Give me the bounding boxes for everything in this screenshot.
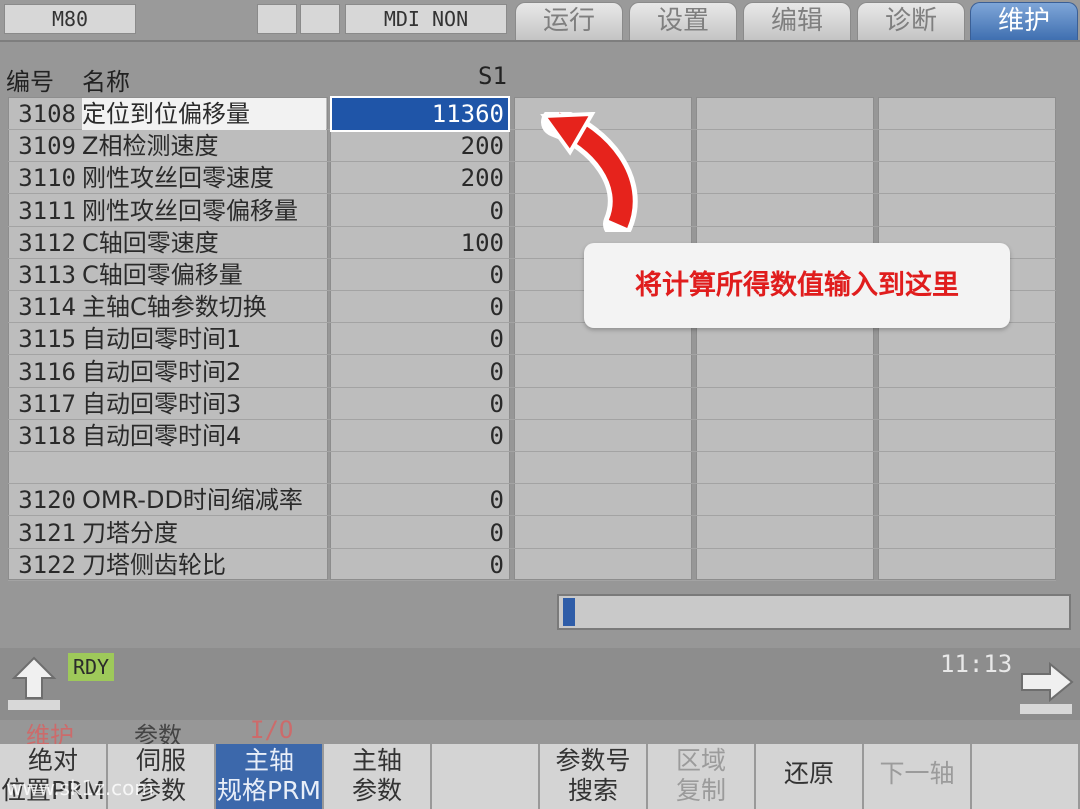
mode-display: MDI NON [345,4,507,34]
param-name: 主轴C轴参数切换 [82,293,267,322]
param-number: 3113 [18,261,76,289]
softkey-spindle-spec-prm[interactable]: 主轴 规格PRM [216,744,324,809]
param-value-s1[interactable]: 11360 [330,96,510,132]
tab-setup[interactable]: 设置 [629,2,737,40]
param-number: 3121 [18,518,76,547]
ready-indicator: RDY [68,653,114,681]
softkey-param-search[interactable]: 参数号 搜索 [540,744,648,809]
param-value-s1[interactable]: 0 [332,291,508,323]
param-name: C轴回零偏移量 [82,261,243,289]
softkey-label-line1: 绝对 [27,746,78,775]
param-name: 刚性攻丝回零速度 [82,164,274,193]
return-arrow-icon[interactable] [6,656,62,712]
softkey-label-line1: 主轴 [351,746,402,775]
annotation-callout: 将计算所得数值输入到这里 [584,243,1010,328]
param-value-s1[interactable]: 200 [332,162,508,194]
param-number: 3112 [18,228,76,257]
softkey-label-line1: 参数号 [555,746,631,775]
softkey-empty-1 [432,744,540,809]
param-number: 3108 [18,100,76,128]
param-value-s1[interactable]: 0 [332,517,508,549]
softkey-label-line2: 复制 [675,776,726,805]
tab-run[interactable]: 运行 [515,2,623,40]
param-name: OMR-DD时间缩减率 [82,486,303,515]
clock: 11:13 [940,650,1013,678]
param-value-s1[interactable]: 0 [332,356,508,388]
top-status-bar: M80 MDI NON 运行 设置 编辑 诊断 维护 [0,0,1080,42]
softkey-label-line2: 规格PRM [216,776,322,805]
softkey-label-line1: 还原 [783,759,834,788]
status-slot-2 [300,4,340,34]
tab-edit[interactable]: 编辑 [743,2,851,40]
header-axis: S1 [478,62,507,90]
param-value-s1[interactable]: 100 [332,227,508,259]
softkey-label-line2: 参数 [351,776,402,805]
param-value-s1[interactable]: 0 [332,420,508,452]
param-number [8,452,76,484]
param-name: 刚性攻丝回零偏移量 [82,196,298,225]
softkey-spindle-param[interactable]: 主轴 参数 [324,744,432,809]
input-cursor [563,598,575,626]
param-name: 定位到位偏移量 [82,98,326,130]
tab-diagnosis[interactable]: 诊断 [857,2,965,40]
param-value-s1[interactable]: 0 [332,259,508,291]
param-value-s1[interactable]: 0 [332,549,508,581]
param-value-s1[interactable]: 0 [332,484,508,516]
softkey-label-line1: 主轴 [243,746,294,775]
softkey-label-line1: 区域 [675,746,726,775]
param-name: Z相检测速度 [82,132,219,161]
param-value-s1[interactable]: 0 [332,323,508,355]
status-area [0,648,1080,720]
param-number: 3122 [18,550,76,579]
watermark: www.sk1z.com [6,776,154,800]
softkey-empty-2 [972,744,1080,809]
param-name [82,452,326,484]
param-number: 3111 [18,196,76,225]
next-page-arrow-icon[interactable] [1018,660,1074,716]
softkey-label-line2: 搜索 [567,776,618,805]
param-number: 3115 [18,325,76,354]
param-number: 3109 [18,132,76,161]
param-number: 3114 [18,293,76,322]
machine-name: M80 [4,4,136,34]
param-value-s1[interactable]: 200 [332,130,508,162]
param-number: 3118 [18,422,76,450]
param-name: 自动回零时间2 [82,357,242,386]
param-name: 自动回零时间4 [82,422,242,450]
param-name: 自动回零时间1 [82,325,242,354]
param-name: 刀塔侧齿轮比 [82,550,226,579]
param-number: 3116 [18,357,76,386]
header-number: 编号 [6,68,54,96]
curved-arrow-icon [540,112,638,232]
tab-maintenance[interactable]: 维护 [970,2,1078,40]
status-slot-1 [257,4,297,34]
input-field[interactable] [557,594,1071,630]
softkey-restore[interactable]: 还原 [756,744,864,809]
param-number: 3117 [18,389,76,418]
param-value-s1[interactable]: 0 [332,195,508,227]
param-value-s1[interactable]: 0 [332,388,508,420]
menu-io: I/O [250,716,294,744]
softkey-area-copy[interactable]: 区域 复制 [648,744,756,809]
param-name: 刀塔分度 [82,518,178,547]
param-value-s1[interactable] [332,452,508,484]
softkey-label-line1: 下一轴 [879,759,955,788]
param-name: 自动回零时间3 [82,389,242,418]
softkey-next-axis[interactable]: 下一轴 [864,744,972,809]
param-number: 3110 [18,164,76,193]
header-name: 名称 [82,68,130,96]
param-number: 3120 [18,486,76,515]
param-name: C轴回零速度 [82,228,219,257]
softkey-label-line1: 伺服 [135,746,186,775]
